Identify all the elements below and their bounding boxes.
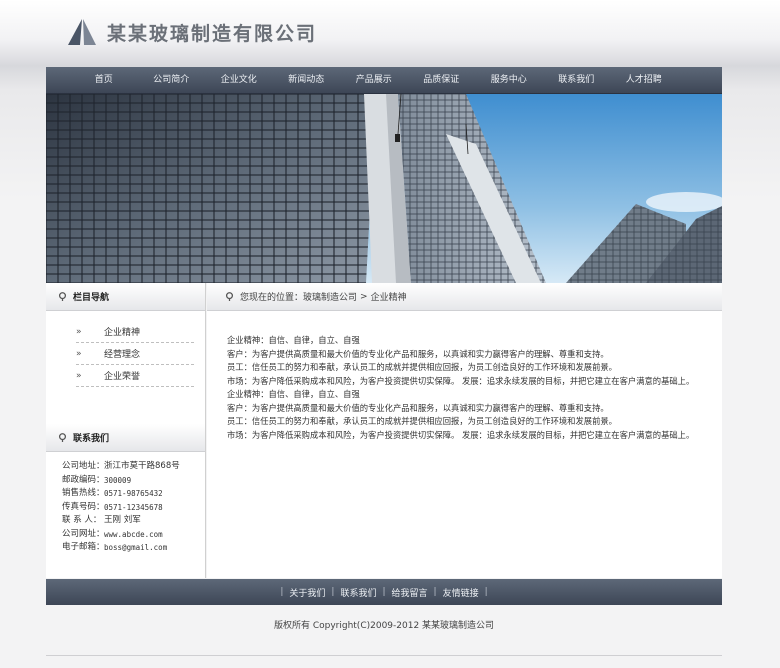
article-line: 企业精神：自信、自律，自立、自强 (227, 335, 360, 345)
article-body: 企业精神：自信、自律，自立、自强 客户：为客户提供高质量和最大价值的专业化产品和… (207, 311, 722, 442)
nav-item-products[interactable]: 产品展示 (340, 67, 408, 93)
logo-triangle-icon (68, 19, 96, 45)
article-line: 员工：信任员工的努力和奉献，承认员工的成就并提供相应回报，为员工创造良好的工作环… (227, 362, 617, 372)
nav-item-about[interactable]: 公司简介 (138, 67, 206, 93)
article-line: 市场：为客户降低采购成本和风险，为客户投资提供切实保障。 发展：追求永续发展的目… (227, 375, 695, 386)
location-pin-icon (225, 292, 234, 301)
email-link[interactable]: boss@gmail.com (104, 541, 167, 555)
sidebar-menu: » 企业精神 » 经营理念 » 企业荣誉 (46, 311, 205, 387)
nav-item-culture[interactable]: 企业文化 (205, 67, 273, 93)
footer-link-friends[interactable]: 友情链接 (437, 586, 485, 599)
company-name: 某某玻璃制造有限公司 (107, 22, 318, 45)
breadcrumb-home-link[interactable]: 玻璃制造公司 (303, 290, 357, 303)
location-pin-icon (58, 292, 67, 301)
contact-row: 销售热线： 0571-98765432 (62, 488, 163, 498)
article-line: 市场：为客户降低采购成本和风险，为客户投资提供切实保障。 发展：追求永续发展的目… (227, 429, 695, 440)
breadcrumb-prefix: 您现在的位置： (240, 293, 304, 303)
breadcrumb: 您现在的位置： 玻璃制造公司 > 企业精神 (207, 283, 722, 311)
footer-link-message[interactable]: 给我留言 (386, 586, 434, 599)
main-content: 您现在的位置： 玻璃制造公司 > 企业精神 企业精神：自信、自律，自立、自强 客… (207, 283, 722, 578)
breadcrumb-separator: > (360, 291, 368, 302)
contact-row: 邮政编码： 300009 (62, 474, 132, 485)
article-line: 员工：信任员工的努力和奉献，承认员工的成就并提供相应回报，为员工创造良好的工作环… (227, 416, 617, 426)
sidebar-item-honors[interactable]: » 企业荣誉 (76, 365, 194, 387)
footer-nav: | 关于我们 | 联系我们 | 给我留言 | 友情链接 | (46, 579, 722, 605)
location-pin-icon (58, 433, 67, 442)
double-chevron-icon: » (76, 370, 82, 381)
double-chevron-icon: » (76, 326, 82, 337)
article-line: 企业精神：自信、自律，自立、自强 (227, 389, 360, 399)
nav-item-home[interactable]: 首页 (70, 67, 138, 93)
nav-item-news[interactable]: 新闻动态 (273, 67, 341, 93)
website-link[interactable]: www.abcde.com (104, 528, 163, 542)
logo[interactable]: 某某玻璃制造有限公司 (67, 18, 317, 46)
contact-row: 电子邮箱： boss@gmail.com (62, 541, 205, 555)
main-nav: 首页 公司简介 企业文化 新闻动态 产品展示 品质保证 服务中心 联系我们 人才… (46, 67, 722, 94)
sidebar-header: 栏目导航 (46, 283, 205, 311)
double-chevron-icon: » (76, 348, 82, 359)
divider (46, 655, 722, 656)
left-sidebar: 栏目导航 » 企业精神 » 经营理念 » 企业荣誉 联系我们 公司地址： 浙江市莫… (46, 283, 206, 578)
nav-item-quality[interactable]: 品质保证 (408, 67, 476, 93)
sidebar-item-spirit[interactable]: » 企业精神 (76, 321, 194, 343)
footer-link-about[interactable]: 关于我们 (283, 586, 331, 599)
sidebar-title: 栏目导航 (73, 293, 110, 303)
copyright: 版权所有 Copyright(C)2009-2012 某某玻璃制造公司 (273, 621, 495, 631)
article-line: 客户：为客户提供高质量和最大价值的专业化产品和服务，以真诚和实力赢得客户的理解、… (227, 348, 609, 359)
banner-image (46, 94, 722, 283)
contact-row: 传真号码： 0571-12345678 (62, 501, 163, 512)
article-line: 客户：为客户提供高质量和最大价值的专业化产品和服务，以真诚和实力赢得客户的理解、… (227, 402, 609, 413)
nav-item-service[interactable]: 服务中心 (475, 67, 543, 93)
contact-header: 联系我们 (46, 424, 205, 452)
nav-item-jobs[interactable]: 人才招聘 (610, 67, 678, 93)
sidebar-item-philosophy[interactable]: » 经营理念 (76, 343, 194, 365)
nav-item-contact[interactable]: 联系我们 (543, 67, 611, 93)
footer-link-contact[interactable]: 联系我们 (334, 586, 382, 599)
contact-row: 联 系 人： 王刚 刘军 (62, 515, 141, 525)
breadcrumb-current: 企业精神 (370, 293, 407, 303)
contact-row: 公司地址： 浙江市莫干路868号 (62, 461, 180, 471)
contact-row: 公司网址： www.abcde.com (62, 528, 205, 542)
contact-info: 公司地址： 浙江市莫干路868号 邮政编码： 300009 销售热线： 0571-98… (46, 452, 205, 555)
contact-title: 联系我们 (73, 434, 110, 444)
